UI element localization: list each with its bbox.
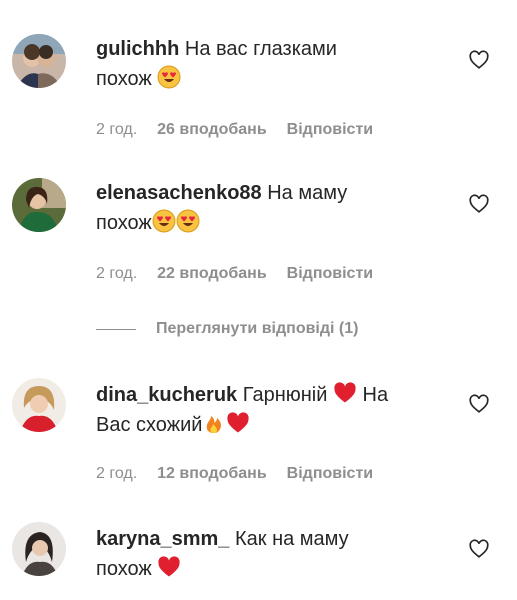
comment-time[interactable]: 2 год. — [96, 121, 137, 139]
comment-body: Вас схожий — [96, 414, 203, 436]
comment-body: На вас глазками — [184, 38, 337, 60]
comment-meta: 2 год. 12 вподобань Відповісти — [96, 465, 373, 483]
likes-count[interactable]: 22 вподобань — [157, 265, 267, 283]
red-heart-emoji — [333, 381, 357, 405]
view-replies-label: Переглянути відповіді (1) — [156, 320, 359, 337]
comment-body: похож — [96, 558, 152, 580]
comment-text: dina_kucheruk Гарнюній На Вас схожий — [96, 380, 446, 440]
comment-username[interactable]: karyna_smm_ — [96, 528, 229, 550]
comment-time[interactable]: 2 год. — [96, 465, 137, 483]
like-heart-icon[interactable] — [468, 49, 490, 71]
reply-button[interactable]: Відповісти — [287, 265, 373, 283]
reply-button[interactable]: Відповісти — [287, 121, 373, 139]
heart-eyes-emoji — [152, 209, 176, 233]
avatar[interactable] — [12, 34, 66, 88]
comment-username[interactable]: gulichhh — [96, 38, 179, 60]
comment-text: karyna_smm_ Как на маму похож — [96, 524, 446, 584]
heart-eyes-emoji — [157, 65, 181, 89]
avatar[interactable] — [12, 178, 66, 232]
fire-emoji — [202, 411, 226, 435]
comment-body: На — [362, 384, 389, 406]
avatar[interactable] — [12, 522, 66, 576]
comment-time[interactable]: 2 год. — [96, 265, 137, 283]
likes-count[interactable]: 12 вподобань — [157, 465, 267, 483]
comment-username[interactable]: elenasachenko88 — [96, 182, 262, 204]
comment-meta: 2 год. 26 вподобань Відповісти — [96, 121, 373, 139]
heart-eyes-emoji — [176, 209, 200, 233]
comment-username[interactable]: dina_kucheruk — [96, 384, 237, 406]
comment-body: Гарнюній — [242, 384, 328, 406]
divider-line — [96, 328, 136, 330]
reply-button[interactable]: Відповісти — [287, 465, 373, 483]
comment-body: Как на маму — [235, 528, 349, 550]
likes-count[interactable]: 26 вподобань — [157, 121, 267, 139]
comment-text: elenasachenko88 На маму похож — [96, 178, 446, 238]
red-heart-emoji — [157, 555, 181, 579]
comment-body: похож — [96, 68, 152, 90]
like-heart-icon[interactable] — [468, 193, 490, 215]
comment-body: На маму — [267, 182, 348, 204]
view-replies-button[interactable]: Переглянути відповіді (1) — [96, 318, 358, 340]
red-heart-emoji — [226, 411, 250, 435]
avatar[interactable] — [12, 378, 66, 432]
comment-text: gulichhh На вас глазками похож — [96, 34, 446, 94]
comment-meta: 2 год. 22 вподобань Відповісти — [96, 265, 373, 283]
like-heart-icon[interactable] — [468, 538, 490, 560]
like-heart-icon[interactable] — [468, 393, 490, 415]
comment-body: похож — [96, 212, 152, 234]
